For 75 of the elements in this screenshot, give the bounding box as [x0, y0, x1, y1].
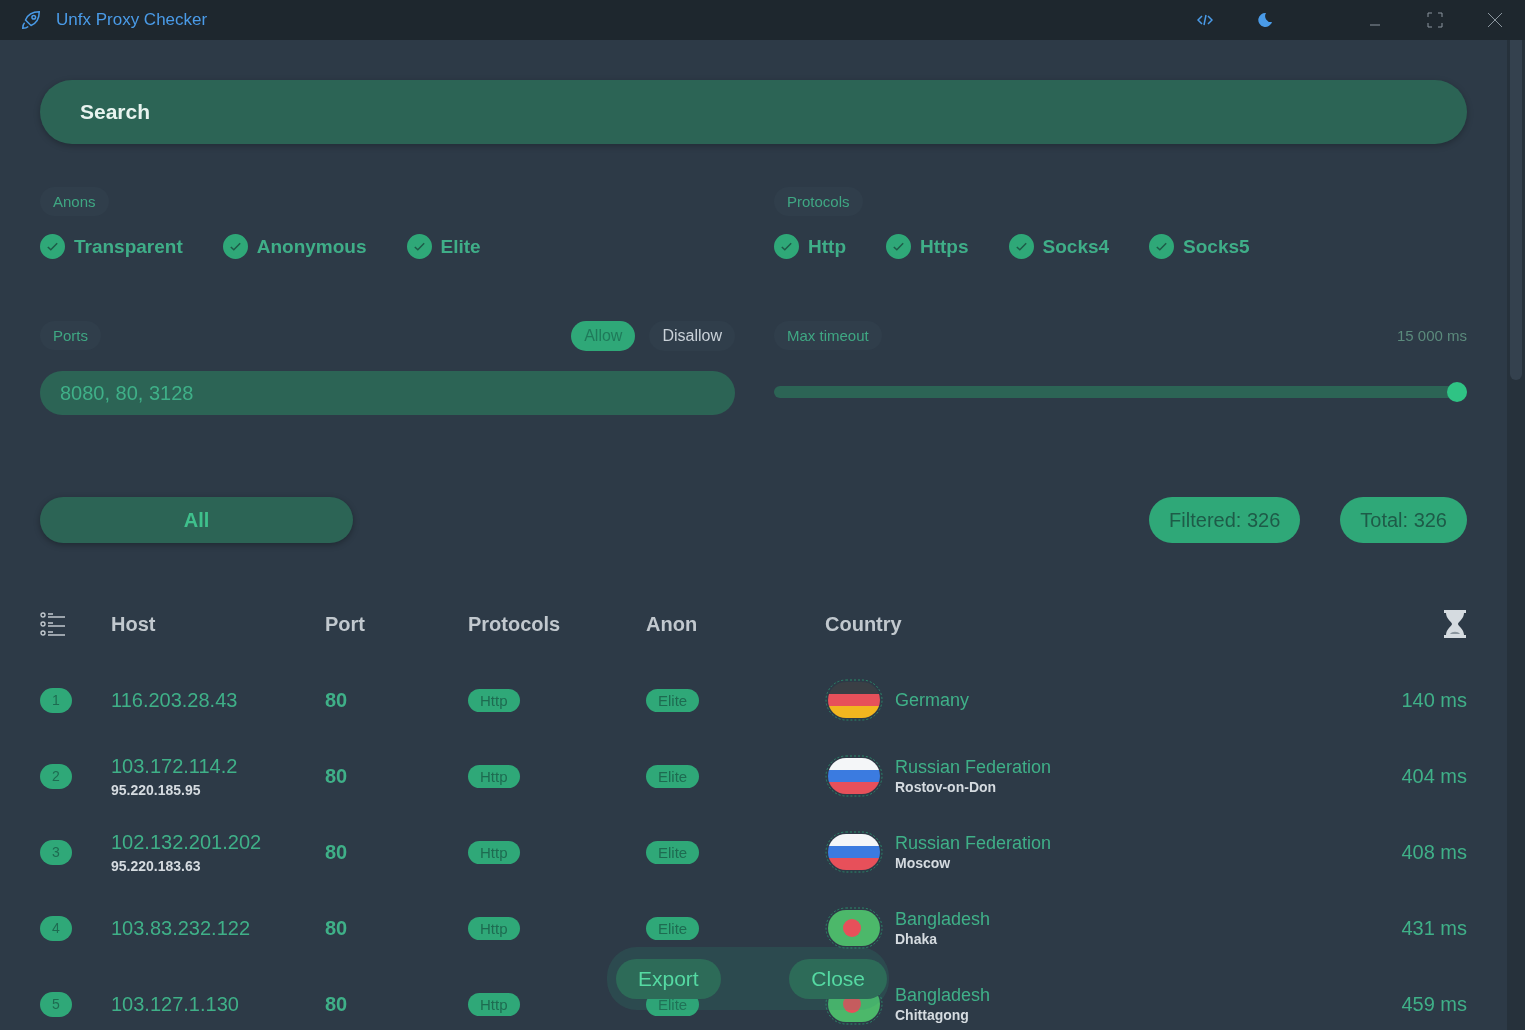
- protocol-tag: Http: [468, 992, 520, 1016]
- protocol-tag: Http: [468, 764, 520, 788]
- country-name: Russian Federation: [895, 833, 1052, 854]
- flag-icon: [825, 679, 883, 721]
- column-header[interactable]: Port: [325, 586, 468, 662]
- filter-checkbox[interactable]: Elite: [406, 234, 481, 259]
- count-badge: Filtered: 326: [1149, 497, 1301, 543]
- host-sub-address: 95.220.183.63: [111, 857, 202, 874]
- ports-field[interactable]: 8080, 80, 3128: [40, 371, 735, 415]
- filter-button[interactable]: All: [40, 497, 353, 543]
- city-name: Dhaka: [895, 931, 939, 947]
- filter-checkbox[interactable]: Anonymous: [222, 234, 367, 259]
- flag-icon: [825, 755, 883, 797]
- row-number: 4: [40, 915, 72, 941]
- protocol-tag: Http: [468, 688, 520, 712]
- flag-icon: [825, 907, 883, 949]
- anon-tag: Elite: [646, 688, 700, 712]
- country-name: Russian Federation: [895, 757, 1052, 778]
- protocol-tag: Http: [468, 916, 520, 940]
- host-sub-address: 95.220.185.95: [111, 781, 202, 798]
- city-name: Chittagong: [895, 1007, 970, 1023]
- row-number: 1: [40, 687, 72, 713]
- hourglass-icon[interactable]: [1443, 609, 1467, 639]
- port-value: 80: [325, 992, 349, 1016]
- scrollbar-thumb[interactable]: [1510, 40, 1522, 380]
- host-address: 103.127.1.130: [111, 992, 240, 1016]
- action-button[interactable]: Export: [616, 958, 721, 999]
- filter-checkbox[interactable]: Http: [774, 234, 846, 259]
- count-badge: Total: 326: [1340, 497, 1467, 543]
- port-value: 80: [325, 916, 349, 940]
- row-number: 2: [40, 763, 72, 789]
- filter-checkbox[interactable]: Socks5: [1149, 234, 1250, 259]
- action-button[interactable]: Close: [789, 958, 887, 999]
- column-header[interactable]: Country: [825, 586, 1402, 662]
- mode-toggle[interactable]: Disallow: [649, 321, 735, 351]
- slider-thumb[interactable]: [1447, 382, 1467, 402]
- flag-icon: [825, 831, 883, 873]
- rocket-icon: [20, 9, 42, 31]
- section-label: Protocols: [774, 187, 863, 216]
- host-address: 103.83.232.122: [111, 916, 252, 940]
- section-label: Max timeout: [774, 321, 882, 350]
- ping-value: 408 ms: [1401, 840, 1467, 864]
- list-icon[interactable]: [40, 612, 66, 636]
- anon-tag: Elite: [646, 764, 700, 788]
- country-name: Bangladesh: [895, 909, 991, 930]
- row-number: 5: [40, 991, 72, 1017]
- anon-tag: Elite: [646, 840, 700, 864]
- host-address: 103.172.114.2: [111, 754, 239, 778]
- port-value: 80: [325, 688, 349, 712]
- window-title: Unfx Proxy Checker: [56, 10, 209, 30]
- timeout-reading: 15 000 ms: [1396, 327, 1467, 344]
- anon-tag: Elite: [646, 916, 700, 940]
- filter-checkbox[interactable]: Socks4: [1008, 234, 1110, 259]
- host-address: 102.132.201.202: [111, 830, 263, 854]
- section-label: Anons: [40, 187, 109, 216]
- filter-checkbox[interactable]: Https: [886, 234, 969, 259]
- host-address: 116.203.28.43: [111, 688, 239, 712]
- search-field[interactable]: Search: [40, 80, 1467, 144]
- country-name: Bangladesh: [895, 985, 991, 1006]
- city-name: Rostov-on-Don: [895, 779, 998, 795]
- row-number: 3: [40, 839, 72, 865]
- filter-checkbox[interactable]: Transparent: [40, 234, 183, 259]
- ping-value: 140 ms: [1401, 688, 1467, 712]
- column-header[interactable]: Protocols: [468, 586, 646, 662]
- port-value: 80: [325, 764, 349, 788]
- column-header[interactable]: Anon: [646, 586, 825, 662]
- port-value: 80: [325, 840, 349, 864]
- protocol-tag: Http: [468, 840, 520, 864]
- ping-value: 431 ms: [1401, 916, 1467, 940]
- country-name: Germany: [895, 689, 970, 711]
- column-header[interactable]: Host: [111, 586, 325, 662]
- city-name: Moscow: [895, 855, 952, 871]
- ping-value: 404 ms: [1401, 764, 1467, 788]
- ping-value: 459 ms: [1401, 992, 1467, 1016]
- section-label: Ports: [40, 321, 101, 350]
